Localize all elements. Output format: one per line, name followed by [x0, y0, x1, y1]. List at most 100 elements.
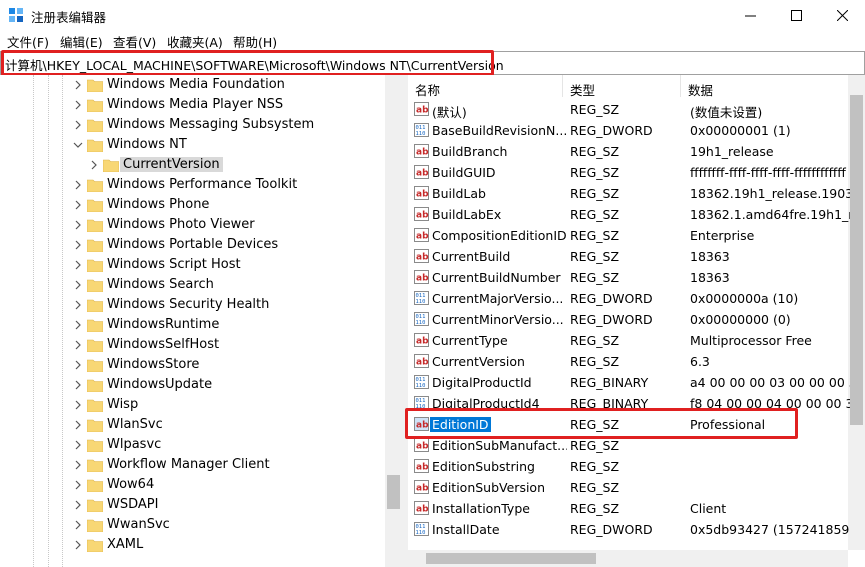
value-row[interactable]: ab EditionSubVersion REG_SZ: [408, 477, 848, 498]
value-row[interactable]: ab EditionSubstring REG_SZ: [408, 456, 848, 477]
menu-view[interactable]: 查看(V): [113, 32, 156, 51]
tree-item[interactable]: WindowsUpdate: [0, 375, 385, 395]
chevron-right-icon[interactable]: [73, 218, 83, 232]
tree-item[interactable]: Windows Script Host: [0, 255, 385, 275]
chevron-right-icon[interactable]: [73, 358, 83, 372]
tree-item[interactable]: Windows Portable Devices: [0, 235, 385, 255]
tree-item[interactable]: Windows Search: [0, 275, 385, 295]
column-header-name[interactable]: 名称: [408, 75, 563, 98]
value-row[interactable]: ab CurrentType REG_SZ Multiprocessor Free: [408, 330, 848, 351]
chevron-right-icon[interactable]: [73, 438, 83, 452]
chevron-right-icon[interactable]: [73, 398, 83, 412]
tree-item[interactable]: Wisp: [0, 395, 385, 415]
column-header-data[interactable]: 数据: [681, 75, 851, 98]
chevron-right-icon[interactable]: [73, 278, 83, 292]
chevron-right-icon[interactable]: [89, 158, 99, 172]
svg-text:110: 110: [416, 299, 426, 305]
value-type: REG_SZ: [570, 144, 620, 159]
chevron-right-icon[interactable]: [73, 518, 83, 532]
value-row[interactable]: 011 110 InstallDate REG_DWORD 0x5db93427 (15…: [408, 519, 850, 540]
tree-item[interactable]: CurrentVersion: [0, 155, 385, 175]
value-row[interactable]: ab CurrentBuild REG_SZ 18363: [408, 246, 848, 267]
value-row[interactable]: ab CurrentBuildNumber REG_SZ 18363: [408, 267, 848, 288]
menu-file[interactable]: 文件(F): [7, 32, 49, 51]
tree-item[interactable]: Windows Media Player NSS: [0, 95, 385, 115]
chevron-right-icon[interactable]: [73, 538, 83, 552]
value-row[interactable]: ab CurrentVersion REG_SZ 6.3: [408, 351, 848, 372]
chevron-down-icon[interactable]: [73, 138, 83, 152]
tree-item[interactable]: Windows Security Health: [0, 295, 385, 315]
chevron-right-icon[interactable]: [73, 478, 83, 492]
chevron-right-icon[interactable]: [73, 98, 83, 112]
menu-favorites[interactable]: 收藏夹(A): [167, 32, 223, 51]
tree-item[interactable]: Windows NT: [0, 135, 385, 155]
tree-scrollbar[interactable]: [385, 75, 402, 567]
tree-item[interactable]: Wow64: [0, 475, 385, 495]
chevron-right-icon[interactable]: [73, 498, 83, 512]
chevron-right-icon[interactable]: [73, 238, 83, 252]
value-row[interactable]: ab BuildGUID REG_SZ ffffffff-ffff-ffff-ffff…: [408, 162, 848, 183]
value-row[interactable]: 011 110 DigitalProductId4 REG_BINARY f8 04 0…: [408, 393, 850, 414]
tree-item[interactable]: XAML: [0, 535, 385, 555]
value-row[interactable]: ab EditionSubManufact... REG_SZ: [408, 435, 848, 456]
tree-item[interactable]: Windows Performance Toolkit: [0, 175, 385, 195]
value-data: 0x0000000a (10): [690, 291, 799, 306]
chevron-right-icon[interactable]: [73, 78, 83, 92]
chevron-right-icon[interactable]: [73, 458, 83, 472]
chevron-right-icon[interactable]: [73, 418, 83, 432]
value-row[interactable]: 011 110 BaseBuildRevisionN... REG_DWORD 0x00…: [408, 120, 848, 141]
chevron-right-icon[interactable]: [73, 318, 83, 332]
tree-scrollbar-thumb[interactable]: [387, 475, 400, 509]
column-header-type[interactable]: 类型: [563, 75, 681, 98]
reg-string-icon: ab: [414, 207, 429, 221]
tree-item[interactable]: WindowsRuntime: [0, 315, 385, 335]
value-row[interactable]: ab (默认) REG_SZ (数值未设置): [408, 99, 848, 120]
tree-item[interactable]: Windows Media Foundation: [0, 75, 385, 95]
close-icon: [836, 9, 848, 21]
reg-string-icon: ab: [414, 102, 429, 116]
tree-item[interactable]: WlanSvc: [0, 415, 385, 435]
tree-item[interactable]: WwanSvc: [0, 515, 385, 535]
tree-item[interactable]: WindowsStore: [0, 355, 385, 375]
tree-item[interactable]: Workflow Manager Client: [0, 455, 385, 475]
tree-item[interactable]: Wlpasvc: [0, 435, 385, 455]
chevron-right-icon[interactable]: [73, 338, 83, 352]
tree-item[interactable]: WSDAPI: [0, 495, 385, 515]
value-row[interactable]: abBuildLab REG_SZ 18362.19h1_release.19031…: [408, 183, 850, 204]
window-title: 注册表编辑器: [31, 10, 107, 25]
chevron-right-icon[interactable]: [73, 378, 83, 392]
list-scrollbar-thumb[interactable]: [850, 95, 863, 425]
chevron-right-icon[interactable]: [73, 198, 83, 212]
tree-item[interactable]: WindowsSelfHost: [0, 335, 385, 355]
list-hscrollbar[interactable]: [408, 550, 848, 567]
regedit-app-icon: [9, 8, 23, 22]
address-path[interactable]: 计算机\HKEY_LOCAL_MACHINE\SOFTWARE\Microsof…: [5, 55, 504, 74]
chevron-right-icon[interactable]: [73, 298, 83, 312]
close-button[interactable]: [819, 0, 865, 30]
tree-item[interactable]: Windows Photo Viewer: [0, 215, 385, 235]
tree-item[interactable]: Windows Messaging Subsystem: [0, 115, 385, 135]
menu-edit[interactable]: 编辑(E): [60, 32, 103, 51]
value-row[interactable]: ab BuildLabEx REG_SZ 18362.1.amd64fre.19h1_…: [408, 204, 850, 225]
value-row[interactable]: ab InstallationType REG_SZ Client: [408, 498, 848, 519]
chevron-right-icon[interactable]: [73, 258, 83, 272]
chevron-right-icon[interactable]: [73, 118, 83, 132]
menu-help[interactable]: 帮助(H): [233, 32, 277, 51]
list-hscrollbar-thumb[interactable]: [426, 553, 596, 564]
value-row[interactable]: 011 110 CurrentMinorVersio... REG_DWORD 0x00…: [408, 309, 848, 330]
value-row[interactable]: ab EditionID REG_SZ Professional: [408, 414, 848, 435]
minimize-button[interactable]: [727, 0, 773, 30]
value-row[interactable]: ab BuildBranch REG_SZ 19h1_release: [408, 141, 848, 162]
list-scrollbar[interactable]: [848, 75, 865, 550]
value-row[interactable]: 011 110 DigitalProductId REG_BINARY a4 00 00…: [408, 372, 850, 393]
value-row[interactable]: 011 110 CurrentMajorVersio... REG_DWORD 0x00…: [408, 288, 848, 309]
chevron-right-icon[interactable]: [73, 178, 83, 192]
address-bar[interactable]: 计算机\HKEY_LOCAL_MACHINE\SOFTWARE\Microsof…: [0, 51, 865, 75]
key-tree-pane[interactable]: Windows Media Foundation Windows Media Pl…: [0, 75, 402, 567]
value-row[interactable]: ab CompositionEditionID REG_SZ Enterprise: [408, 225, 848, 246]
tree-item-label: Wow64: [107, 477, 155, 492]
values-list-pane[interactable]: 名称 类型 数据 ab (默认) REG_SZ (数值未设置) 011 110 BaseBu…: [408, 75, 865, 567]
tree-item[interactable]: Windows Phone: [0, 195, 385, 215]
maximize-button[interactable]: [773, 0, 819, 30]
value-data: 0x00000001 (1): [690, 123, 791, 138]
